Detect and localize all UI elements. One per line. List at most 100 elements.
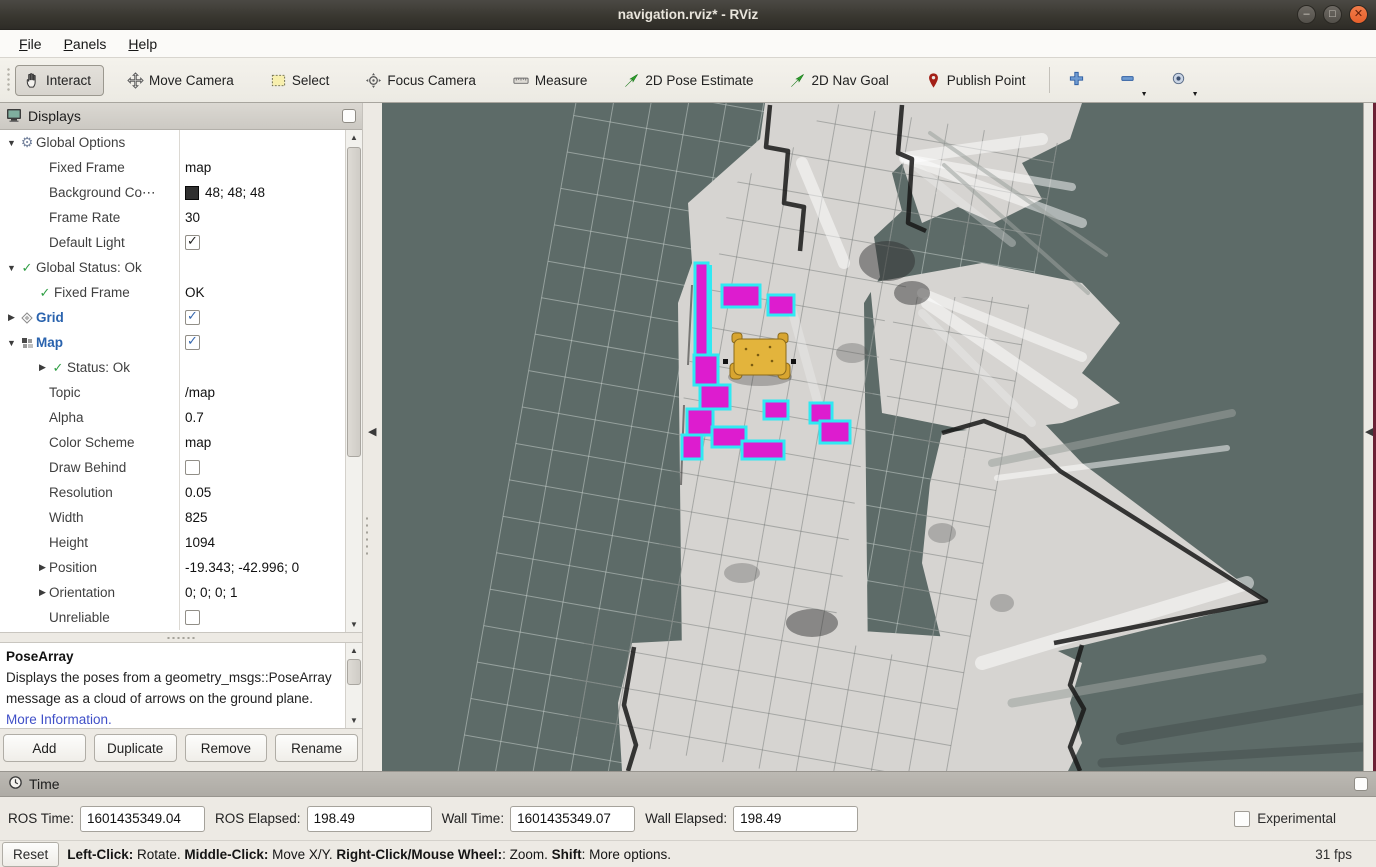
displays-tree: ▼⚙Global Options▶Fixed Framemap▶Backgrou… [0,130,345,632]
tool-properties-button[interactable]: ▼ [1162,64,1195,96]
more-information-link[interactable]: More Information. [6,712,112,727]
ruler-icon [512,72,530,89]
expander-down-icon[interactable]: ▼ [5,263,18,273]
tree-row-global-status-ok[interactable]: ▼✓Global Status: Ok [0,255,345,280]
3d-viewport[interactable] [382,103,1363,771]
tool-measure[interactable]: Measure [503,65,601,96]
tree-value: ✓ [180,335,345,350]
checkbox[interactable]: ✓ [185,310,200,325]
menu-file[interactable]: File [10,33,51,55]
tree-row-color-scheme[interactable]: ▶Color Schememap [0,430,345,455]
tree-label: Width [49,510,84,525]
tree-value [180,610,345,625]
tree-label: Height [49,535,88,550]
expander-right-icon[interactable]: ▶ [36,362,49,373]
expander-down-icon[interactable]: ▼ [5,338,18,348]
tree-row-fixed-frame[interactable]: ✓Fixed FrameOK [0,280,345,305]
remove-tool-button[interactable]: ▼ [1111,64,1144,96]
tree-row-unreliable[interactable]: ▶Unreliable [0,605,345,630]
displays-panel: Displays ▼⚙Global Options▶Fixed Framemap… [0,103,362,771]
tree-row-default-light[interactable]: ▶Default Light✓ [0,230,345,255]
expander-right-icon[interactable]: ▶ [5,312,18,323]
ros-time-input[interactable] [80,806,205,832]
tree-row-orientation[interactable]: ▶Orientation0; 0; 0; 1 [0,580,345,605]
duplicate-button[interactable]: Duplicate [94,734,177,762]
checkbox[interactable] [185,610,200,625]
reset-button[interactable]: Reset [2,842,59,867]
wall-elapsed-input[interactable] [733,806,858,832]
robot-model [723,333,796,386]
tree-label: Resolution [49,485,113,500]
time-float-button[interactable] [1354,777,1368,791]
tree-value: 30 [180,210,345,225]
plus-icon [1068,70,1085,87]
description-title: PoseArray [6,646,341,667]
tree-label: Grid [36,310,64,325]
tree-row-width[interactable]: ▶Width825 [0,505,345,530]
tree-row-position[interactable]: ▶Position-19.343; -42.996; 0 [0,555,345,580]
add-tool-button[interactable] [1060,64,1093,96]
checkbox[interactable] [185,460,200,475]
time-panel-fields: ROS Time:ROS Elapsed:Wall Time:Wall Elap… [0,797,1376,840]
checkbox[interactable]: ✓ [185,335,200,350]
tree-row-grid[interactable]: ▶ Grid ✓ [0,305,345,330]
minimize-button[interactable]: – [1297,5,1316,24]
wall-time-input[interactable] [510,806,635,832]
toolbar-drag-handle[interactable] [6,67,11,93]
displays-tree-scrollbar[interactable]: ▲ ▼ [345,130,362,632]
main-splitter[interactable]: ◀ [362,103,382,771]
tree-row-height[interactable]: ▶Height1094 [0,530,345,555]
tool-publish-point[interactable]: Publish Point [916,65,1039,96]
tree-row-frame-rate[interactable]: ▶Frame Rate30 [0,205,345,230]
fps-counter: 31 fps [1315,847,1352,862]
tree-row-fixed-frame[interactable]: ▶Fixed Framemap [0,155,345,180]
add-button[interactable]: Add [3,734,86,762]
description-scrollbar[interactable]: ▲ ▼ [345,643,362,728]
checkbox[interactable]: ✓ [185,235,200,250]
right-panel-strip[interactable]: ◀ [1363,103,1376,771]
scroll-thumb[interactable] [347,659,361,685]
time-panel-header[interactable]: Time [0,771,1376,797]
color-swatch[interactable] [185,186,199,200]
tree-row-background-co[interactable]: ▶Background Co⋯48; 48; 48 [0,180,345,205]
tool-focus-camera[interactable]: Focus Camera [356,65,489,96]
collapse-left-icon[interactable]: ◀ [368,425,376,438]
close-button[interactable]: ✕ [1349,5,1368,24]
tool-2d-pose-estimate[interactable]: 2D Pose Estimate [614,65,766,96]
tool-select[interactable]: Select [261,65,343,96]
remove-button[interactable]: Remove [185,734,268,762]
menu-panels[interactable]: Panels [55,33,116,55]
menu-bar: FilePanelsHelp [0,30,1376,58]
tree-row-global-options[interactable]: ▼⚙Global Options [0,130,345,155]
tool-interact[interactable]: Interact [15,65,104,96]
tree-row-draw-behind[interactable]: ▶Draw Behind [0,455,345,480]
scroll-down-icon[interactable]: ▼ [346,617,362,632]
menu-help[interactable]: Help [119,33,166,55]
displays-float-button[interactable] [342,109,356,123]
tree-row-map[interactable]: ▼Map✓ [0,330,345,355]
maximize-button[interactable]: □ [1323,5,1342,24]
scroll-down-icon[interactable]: ▼ [346,713,362,728]
chevron-down-icon[interactable]: ▼ [1192,91,1199,98]
chevron-down-icon[interactable]: ▼ [1141,91,1148,98]
tree-row-resolution[interactable]: ▶Resolution0.05 [0,480,345,505]
tree-row-topic[interactable]: ▶Topic/map [0,380,345,405]
ros-elapsed-input[interactable] [307,806,432,832]
scroll-thumb[interactable] [347,147,361,457]
expander-right-icon[interactable]: ▶ [36,562,49,573]
rename-button[interactable]: Rename [275,734,358,762]
displays-panel-header[interactable]: Displays [0,103,362,130]
panel-splitter[interactable] [0,633,362,642]
tree-row-status-ok[interactable]: ▶✓Status: Ok [0,355,345,380]
collapse-right-icon[interactable]: ◀ [1365,425,1373,438]
tree-value: 0.7 [180,410,345,425]
experimental-checkbox[interactable] [1234,811,1250,827]
tree-label: Frame Rate [49,210,120,225]
expander-down-icon[interactable]: ▼ [5,138,18,148]
scroll-up-icon[interactable]: ▲ [346,643,362,658]
scroll-up-icon[interactable]: ▲ [346,130,362,145]
tree-row-alpha[interactable]: ▶Alpha0.7 [0,405,345,430]
tool-move-camera[interactable]: Move Camera [118,65,247,96]
tool-2d-nav-goal[interactable]: 2D Nav Goal [780,65,901,96]
expander-right-icon[interactable]: ▶ [36,587,49,598]
